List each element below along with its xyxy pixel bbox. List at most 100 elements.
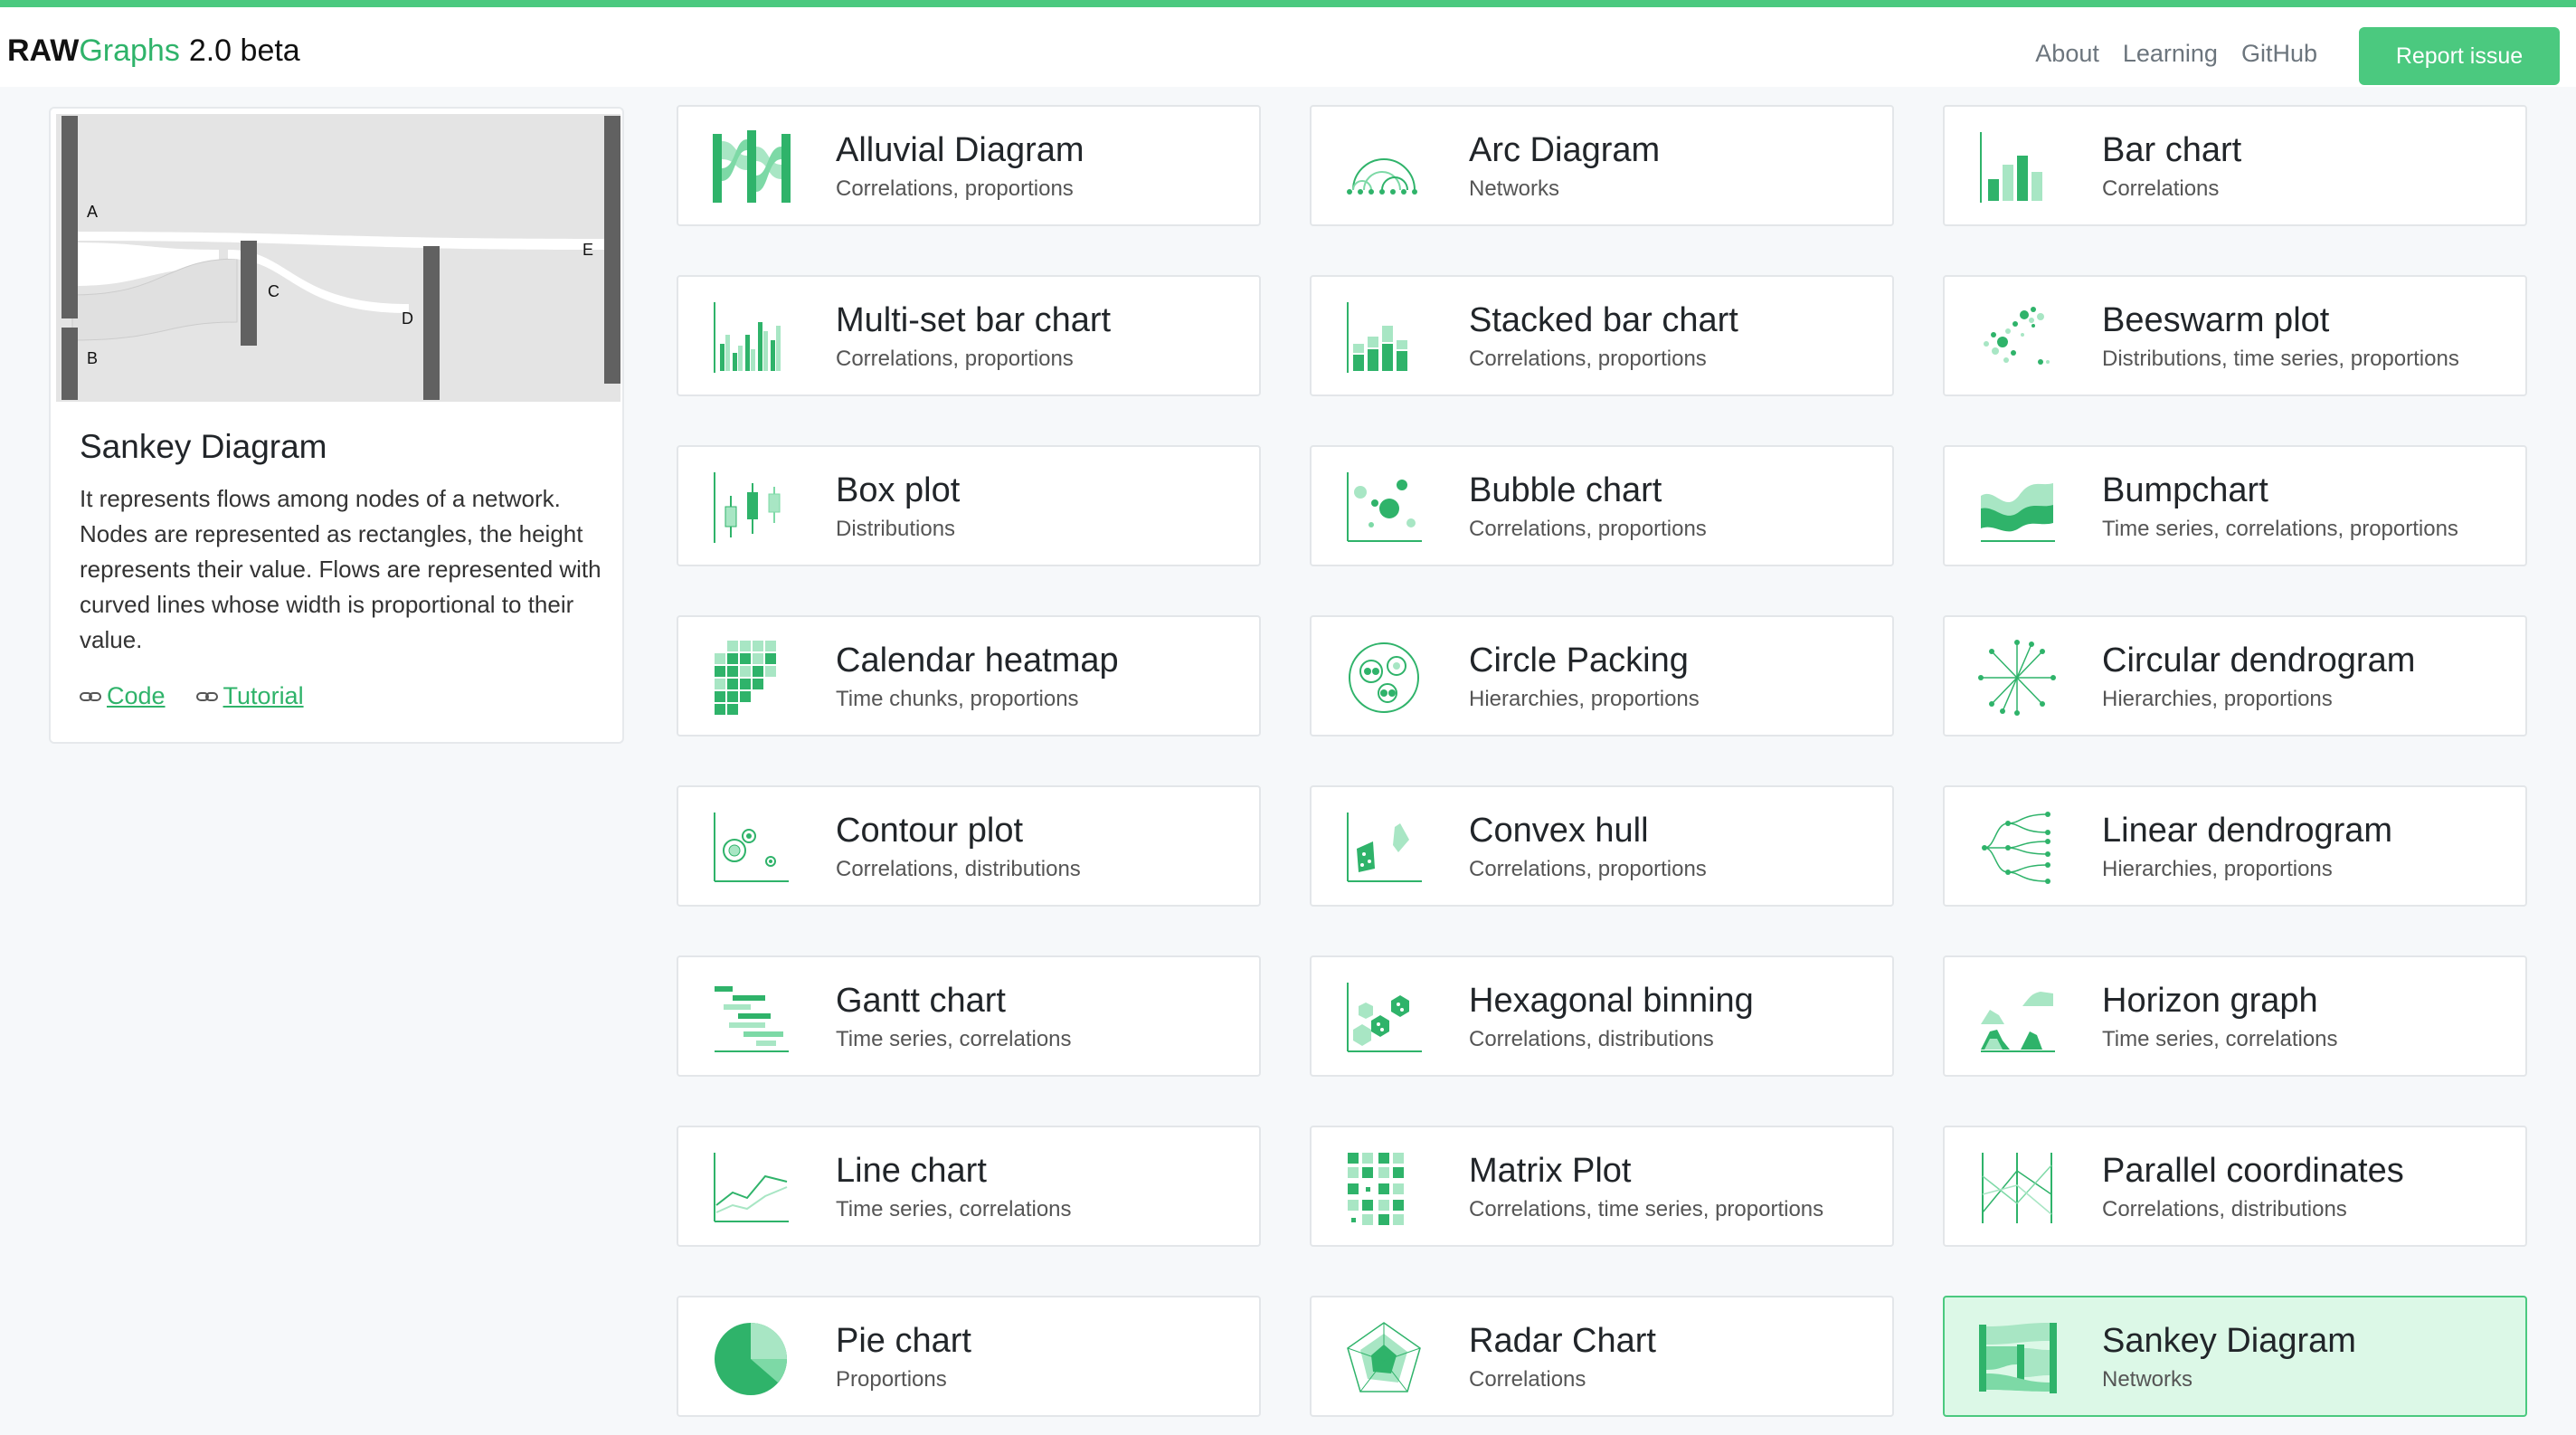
- bubble-icon: [1347, 472, 1422, 542]
- chart-card-title: Parallel coordinates: [2102, 1152, 2404, 1190]
- brand-raw: RAW: [7, 33, 80, 68]
- horizon-icon: [1981, 992, 2055, 1052]
- chart-card-title: Multi-set bar chart: [836, 301, 1112, 339]
- code-link-label: Code: [107, 682, 166, 709]
- chart-card-subtitle: Correlations: [1469, 1367, 1586, 1392]
- chart-card-subtitle: Hierarchies, proportions: [1469, 687, 1700, 711]
- chart-card-contour[interactable]: Contour plot Correlations, distributions: [677, 785, 1261, 907]
- chart-card-subtitle: Correlations, proportions: [1469, 517, 1707, 541]
- chart-card-subtitle: Hierarchies, proportions: [2102, 857, 2333, 881]
- chart-card-subtitle: Correlations, proportions: [1469, 347, 1707, 371]
- chart-card-line[interactable]: Line chart Time series, correlations: [677, 1126, 1261, 1247]
- chart-card-title: Line chart: [836, 1152, 987, 1190]
- sankey-node-label-e: E: [582, 241, 593, 259]
- sankey-node-label-a: A: [87, 203, 98, 221]
- selected-chart-links: Code Tutorial: [80, 682, 304, 710]
- chart-card-subtitle: Correlations, distributions: [836, 857, 1081, 881]
- chart-card-subtitle: Correlations, time series, proportions: [1469, 1197, 1824, 1221]
- chart-card-sankey[interactable]: Sankey Diagram Networks: [1943, 1296, 2527, 1417]
- chart-card-convex-hull[interactable]: Convex hull Correlations, proportions: [1310, 785, 1894, 907]
- chart-card-title: Bubble chart: [1469, 471, 1662, 509]
- chart-card-parallel[interactable]: Parallel coordinates Correlations, distr…: [1943, 1126, 2527, 1247]
- chart-card-hexbin[interactable]: Hexagonal binning Correlations, distribu…: [1310, 955, 1894, 1077]
- chart-card-title: Beeswarm plot: [2102, 301, 2330, 339]
- chart-card-gantt[interactable]: Gantt chart Time series, correlations: [677, 955, 1261, 1077]
- chart-card-bubble[interactable]: Bubble chart Correlations, proportions: [1310, 445, 1894, 566]
- chart-card-title: Convex hull: [1469, 812, 1649, 850]
- chart-card-subtitle: Correlations, proportions: [836, 176, 1074, 201]
- chart-card-subtitle: Time series, correlations: [836, 1197, 1072, 1221]
- sankey-icon: [1979, 1323, 2057, 1393]
- chart-card-title: Arc Diagram: [1469, 131, 1661, 169]
- bumpchart-icon: [1981, 483, 2055, 542]
- circular-dendrogram-icon: [1978, 640, 2056, 716]
- arc-icon: [1347, 158, 1417, 195]
- chart-card-bar[interactable]: Bar chart Correlations: [1943, 105, 2527, 226]
- chart-card-matrix[interactable]: Matrix Plot Correlations, time series, p…: [1310, 1126, 1894, 1247]
- nav-learning-link[interactable]: Learning: [2123, 40, 2218, 68]
- chart-card-title: Horizon graph: [2102, 982, 2318, 1020]
- top-accent-bar: [0, 0, 2576, 7]
- chart-card-arc[interactable]: Arc Diagram Networks: [1310, 105, 1894, 226]
- chart-card-stacked-bar[interactable]: Stacked bar chart Correlations, proporti…: [1310, 275, 1894, 396]
- chart-card-pie[interactable]: Pie chart Proportions: [677, 1296, 1261, 1417]
- boxplot-icon: [714, 472, 781, 543]
- bar-icon: [1980, 132, 2042, 203]
- chart-card-beeswarm[interactable]: Beeswarm plot Distributions, time series…: [1943, 275, 2527, 396]
- chart-card-title: Matrix Plot: [1469, 1152, 1632, 1190]
- chart-card-title: Gantt chart: [836, 982, 1006, 1020]
- brand-logo[interactable]: RAWGraphs 2.0 beta: [7, 33, 300, 69]
- chart-card-horizon[interactable]: Horizon graph Time series, correlations: [1943, 955, 2527, 1077]
- sankey-node-label-c: C: [268, 282, 279, 300]
- pie-icon: [715, 1323, 787, 1395]
- code-link[interactable]: Code: [80, 682, 166, 710]
- chart-card-alluvial[interactable]: Alluvial Diagram Correlations, proportio…: [677, 105, 1261, 226]
- chart-card-calendar[interactable]: Calendar heatmap Time chunks, proportion…: [677, 615, 1261, 737]
- chart-card-subtitle: Correlations, proportions: [1469, 857, 1707, 881]
- selected-chart-title: Sankey Diagram: [80, 428, 327, 465]
- sankey-node-label-b: B: [87, 349, 98, 367]
- chart-card-title: Box plot: [836, 471, 961, 509]
- hexbin-icon: [1347, 983, 1422, 1052]
- calendar-icon: [715, 641, 776, 715]
- alluvial-icon: [713, 130, 791, 203]
- tutorial-link[interactable]: Tutorial: [195, 682, 304, 710]
- chart-card-title: Hexagonal binning: [1469, 982, 1754, 1020]
- chart-card-circular-dendrogram[interactable]: Circular dendrogram Hierarchies, proport…: [1943, 615, 2527, 737]
- chart-card-title: Circular dendrogram: [2102, 641, 2416, 679]
- circle-packing-icon: [1349, 642, 1419, 713]
- chart-card-radar[interactable]: Radar Chart Correlations: [1310, 1296, 1894, 1417]
- chart-card-linear-dendrogram[interactable]: Linear dendrogram Hierarchies, proportio…: [1943, 785, 2527, 907]
- chart-card-multiset-bar[interactable]: Multi-set bar chart Correlations, propor…: [677, 275, 1261, 396]
- nav-about-link[interactable]: About: [2035, 40, 2099, 68]
- chart-card-circle-packing[interactable]: Circle Packing Hierarchies, proportions: [1310, 615, 1894, 737]
- link-icon: [195, 691, 218, 701]
- chart-card-subtitle: Time series, correlations: [2102, 1027, 2338, 1051]
- selected-chart-card: A B C D E Sankey Diagram It represents f…: [49, 107, 624, 744]
- chart-card-bumpchart[interactable]: Bumpchart Time series, correlations, pro…: [1943, 445, 2527, 566]
- chart-card-title: Bumpchart: [2102, 471, 2268, 509]
- brand-graphs: Graphs: [79, 33, 180, 68]
- link-icon: [80, 691, 101, 701]
- chart-card-subtitle: Time chunks, proportions: [836, 687, 1079, 711]
- chart-card-subtitle: Correlations: [2102, 176, 2220, 201]
- chart-card-subtitle: Hierarchies, proportions: [2102, 687, 2333, 711]
- report-issue-button[interactable]: Report issue: [2359, 27, 2560, 85]
- chart-card-title: Circle Packing: [1469, 641, 1689, 679]
- nav-links: About Learning GitHub: [2035, 40, 2317, 68]
- chart-card-boxplot[interactable]: Box plot Distributions: [677, 445, 1261, 566]
- chart-card-title: Contour plot: [836, 812, 1024, 850]
- multiset-bar-icon: [714, 302, 781, 373]
- chart-card-subtitle: Correlations, proportions: [836, 347, 1074, 371]
- navbar: RAWGraphs 2.0 beta About Learning GitHub …: [0, 7, 2576, 87]
- parallel-icon: [1982, 1153, 2052, 1223]
- chart-card-title: Linear dendrogram: [2102, 812, 2393, 850]
- sankey-preview-image: A B C D E: [56, 114, 620, 402]
- chart-card-subtitle: Distributions: [836, 517, 956, 541]
- chart-card-subtitle: Networks: [2102, 1367, 2193, 1392]
- chart-card-subtitle: Distributions, time series, proportions: [2102, 347, 2459, 371]
- chart-card-title: Pie chart: [836, 1322, 971, 1360]
- chart-card-title: Calendar heatmap: [836, 641, 1119, 679]
- nav-github-link[interactable]: GitHub: [2241, 40, 2317, 68]
- chart-card-title: Radar Chart: [1469, 1322, 1656, 1360]
